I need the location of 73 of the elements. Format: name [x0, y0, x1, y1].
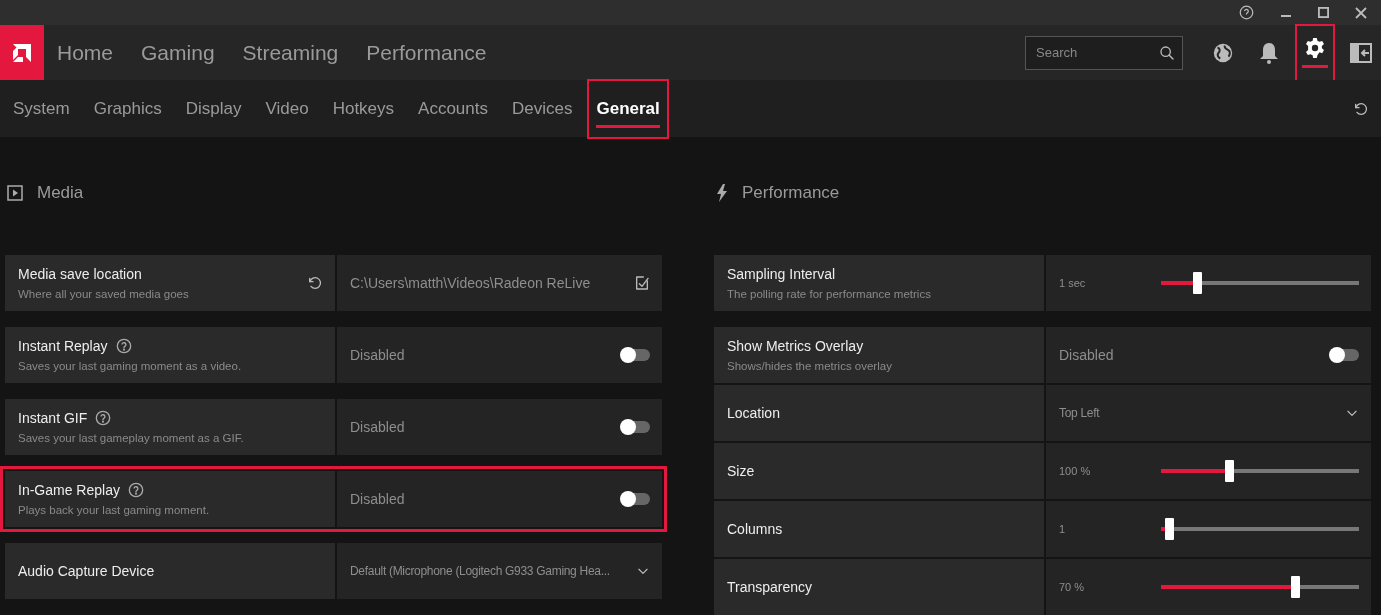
folder-path-text: C:\Users\matth\Videos\Radeon ReLive	[350, 275, 591, 291]
sidebar-panel-icon[interactable]	[1350, 42, 1372, 63]
settings-tab[interactable]: General	[587, 78, 669, 139]
slider-thumb[interactable]	[1164, 518, 1174, 540]
help-icon[interactable]	[95, 410, 112, 426]
slider-thumb[interactable]	[1291, 576, 1301, 598]
bell-icon[interactable]	[1259, 41, 1279, 64]
status-text: Disabled	[350, 347, 405, 363]
nav-tab[interactable]: Gaming	[141, 40, 215, 65]
slider-value: 1	[1059, 523, 1066, 535]
toggle-switch[interactable]	[622, 349, 650, 361]
status-text: Disabled	[1059, 347, 1114, 363]
setting-description: Shows/hides the metrics overlay	[727, 360, 892, 372]
setting-description: Saves your last gameplay moment as a GIF.	[18, 432, 244, 444]
settings-tab[interactable]: Devices	[503, 78, 582, 139]
setting-title: In-Game Replay	[18, 482, 120, 498]
setting-title: Media save location	[18, 266, 142, 282]
slider-value: 1 sec	[1059, 277, 1086, 289]
setting-description: Saves your last gaming moment as a video.	[18, 360, 242, 372]
setting-description: The polling rate for performance metrics	[727, 288, 931, 300]
settings-tab[interactable]: Display	[176, 78, 251, 139]
slider-track[interactable]	[1161, 272, 1359, 294]
setting-title: Columns	[727, 521, 783, 537]
setting-title: Size	[727, 463, 755, 479]
reset-icon[interactable]	[307, 275, 323, 291]
section-title: Performance	[742, 183, 840, 203]
dropdown-value[interactable]: Top Left	[1059, 406, 1100, 420]
status-text: Disabled	[350, 491, 405, 507]
nav-tab[interactable]: Home	[57, 40, 114, 65]
toggle-switch[interactable]	[1331, 349, 1359, 361]
help-icon[interactable]	[127, 482, 144, 498]
slider-thumb[interactable]	[1193, 272, 1203, 294]
nav-tab[interactable]: Streaming	[242, 40, 339, 65]
toggle-switch[interactable]	[622, 493, 650, 505]
globe-icon[interactable]	[1212, 41, 1234, 64]
section-title: Media	[37, 183, 84, 203]
setting-title: Sampling Interval	[727, 266, 836, 282]
slider-track[interactable]	[1161, 518, 1359, 540]
logo-icon	[11, 41, 33, 64]
lightning-icon	[716, 184, 728, 202]
dropdown-value[interactable]: Default (Microphone (Logitech G933 Gaming Hea...	[350, 564, 610, 578]
help-icon[interactable]	[1239, 5, 1254, 20]
nav-tab[interactable]: Performance	[366, 40, 487, 65]
setting-title: Show Metrics Overlay	[727, 338, 864, 354]
settings-tab[interactable]: Video	[256, 78, 318, 139]
setting-title: Instant GIF	[18, 410, 88, 426]
settings-tab[interactable]: Accounts	[409, 78, 497, 139]
setting-title: Transparency	[727, 579, 813, 595]
search-field[interactable]: Search	[1025, 35, 1183, 70]
status-text: Disabled	[350, 419, 405, 435]
settings-tab[interactable]: System	[4, 78, 79, 139]
folder-check-icon[interactable]	[634, 275, 650, 291]
setting-title: Location	[727, 405, 780, 421]
logo[interactable]	[0, 25, 44, 80]
setting-title: Instant Replay	[18, 338, 108, 354]
slider-value: 100 %	[1059, 465, 1091, 477]
help-icon[interactable]	[115, 338, 132, 354]
reset-icon[interactable]	[1353, 100, 1369, 117]
close-icon[interactable]	[1355, 6, 1367, 19]
setting-title: Audio Capture Device	[18, 563, 155, 579]
toggle-switch[interactable]	[622, 421, 650, 433]
settings-icon	[1304, 37, 1326, 59]
search-icon[interactable]	[1159, 44, 1175, 61]
slider-value: 70 %	[1059, 581, 1085, 593]
slider-thumb[interactable]	[1225, 460, 1235, 482]
slider-track[interactable]	[1161, 576, 1359, 598]
settings-tab[interactable]: Graphics	[84, 78, 171, 139]
maximize-icon[interactable]	[1318, 7, 1329, 18]
play-icon	[7, 185, 23, 201]
setting-description: Plays back your last gaming moment.	[18, 504, 210, 516]
slider-track[interactable]	[1161, 460, 1359, 482]
settings-tab[interactable]: Hotkeys	[323, 78, 404, 139]
setting-description: Where all your saved media goes	[18, 288, 189, 300]
